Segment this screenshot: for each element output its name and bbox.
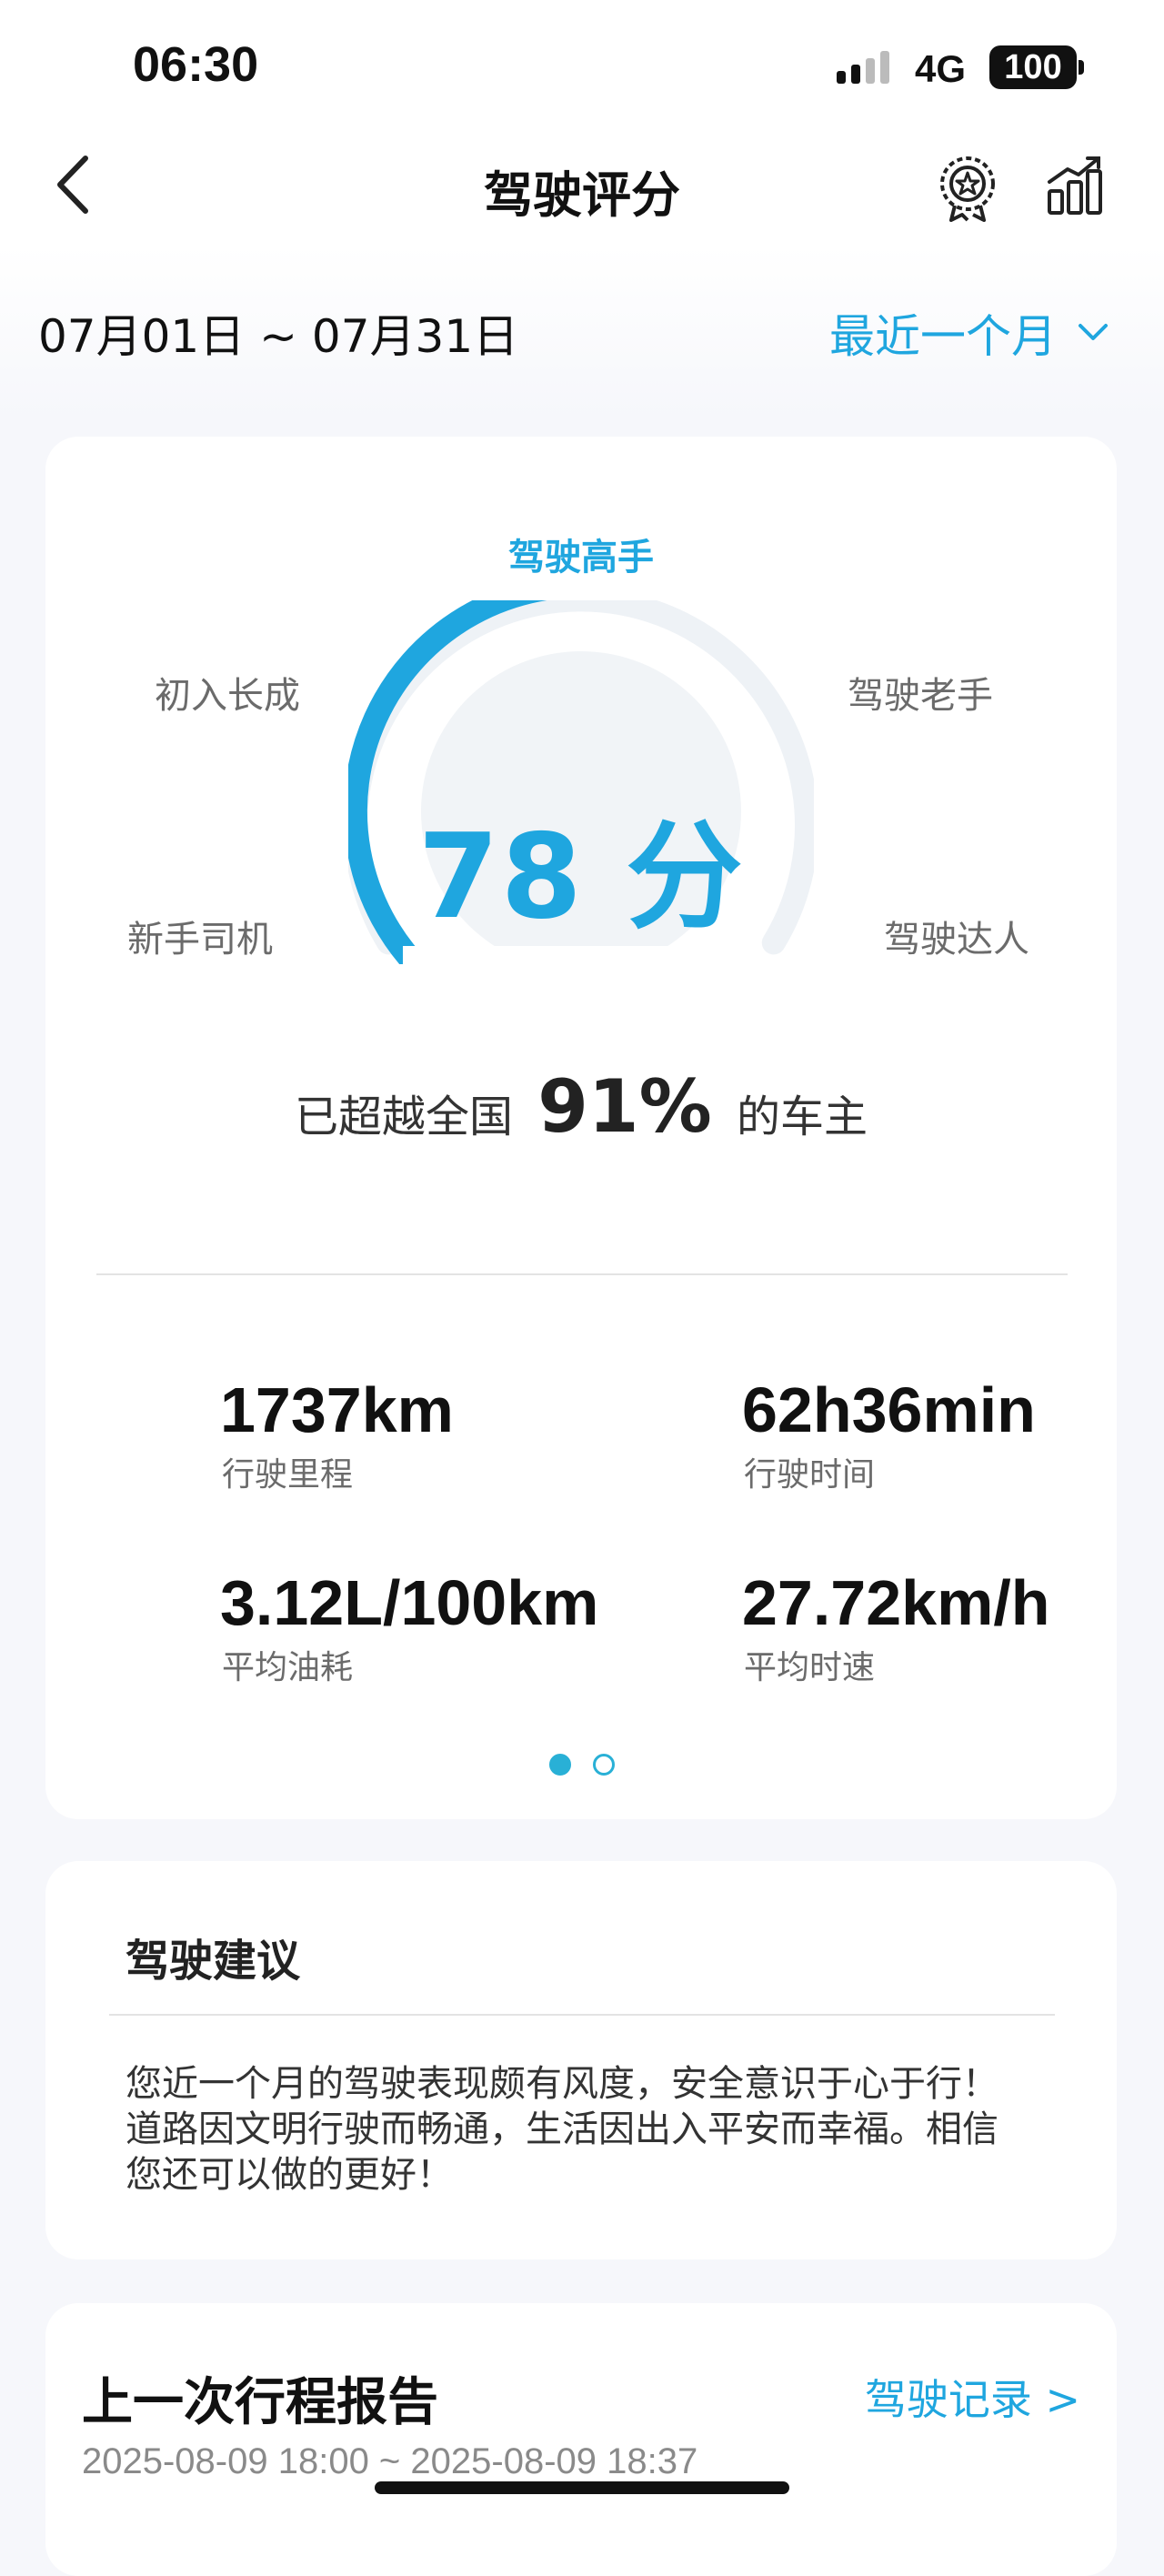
advice-text: 您近一个月的驾驶表现颇有风度，安全意识于心于行！ 道路因文明行驶而畅通，生活因出… [125,2061,1053,2198]
advice-divider [109,2014,1055,2016]
trip-report-title: 上一次行程报告 [82,2373,438,2432]
status-time: 06:30 [133,37,259,92]
period-label: 最近一个月 [829,310,1057,363]
home-indicator [375,2481,789,2494]
network-type: 4G [915,47,967,90]
trip-time-range: 2025-08-09 18:00 ~ 2025-08-09 18:37 [82,2441,698,2481]
trip-report-card: 上一次行程报告 驾驶记录 > 2025-08-09 18:00 ~ 2025-0… [45,2303,1117,2576]
stat-speed-value: 27.72km/h [742,1567,1050,1638]
stat-duration-value: 62h36min [742,1374,1036,1445]
driving-records-link[interactable]: 驾驶记录 > [865,2367,1080,2427]
period-dropdown[interactable]: 最近一个月 [829,300,1109,366]
stat-fuel-value: 3.12L/100km [220,1567,599,1638]
stat-fuel-label: 平均油耗 [222,1649,354,1686]
signal-icon [837,51,889,84]
level-label-upper-right: 驾驶老手 [848,675,993,717]
stat-mileage-label: 行驶里程 [222,1456,354,1494]
advice-card: 驾驶建议 您近一个月的驾驶表现颇有风度，安全意识于心于行！ 道路因文明行驶而畅通… [45,1861,1117,2259]
date-filter-row: 07月01日 ~ 07月31日 最近一个月 [0,246,1164,418]
stat-duration-label: 行驶时间 [744,1456,876,1494]
advice-line: 道路因文明行驶而畅通，生活因出入平安而幸福。相信 [125,2108,998,2150]
status-bar: 06:30 4G 100 [0,0,1164,127]
award-icon[interactable] [937,153,998,222]
score-value: 78 分 [417,810,745,945]
advice-line: 您还可以做的更好！ [125,2154,453,2196]
card-divider [96,1273,1068,1275]
stat-mileage-value: 1737km [220,1374,454,1445]
rank-line: 已超越全国 91% 的车主 [45,1064,1117,1149]
rank-prefix: 已超越全国 [294,1092,513,1142]
battery-indicator: 100 [989,45,1084,89]
chevron-down-icon [1079,324,1108,340]
advice-title: 驾驶建议 [125,1936,301,1987]
page-dot-2[interactable] [593,1754,615,1776]
bar-chart-icon[interactable] [1046,155,1104,216]
page-indicator [549,1754,615,1776]
date-range: 07月01日 ~ 07月31日 [38,310,519,363]
rank-suffix: 的车主 [737,1092,868,1142]
rank-percent: 91% [537,1064,712,1149]
score-card: 驾驶高手 初入长成 驾驶老手 新手司机 驾驶达人 78 分 已超越全国 91% … [45,437,1117,1819]
nav-bar: 驾驶评分 [0,127,1164,246]
stat-speed-label: 平均时速 [744,1649,876,1686]
advice-line: 您近一个月的驾驶表现颇有风度，安全意识于心于行！ [125,2063,998,2105]
level-label-top: 驾驶高手 [508,537,654,579]
level-label-upper-left: 初入长成 [155,675,300,717]
page-dot-1[interactable] [549,1754,571,1776]
